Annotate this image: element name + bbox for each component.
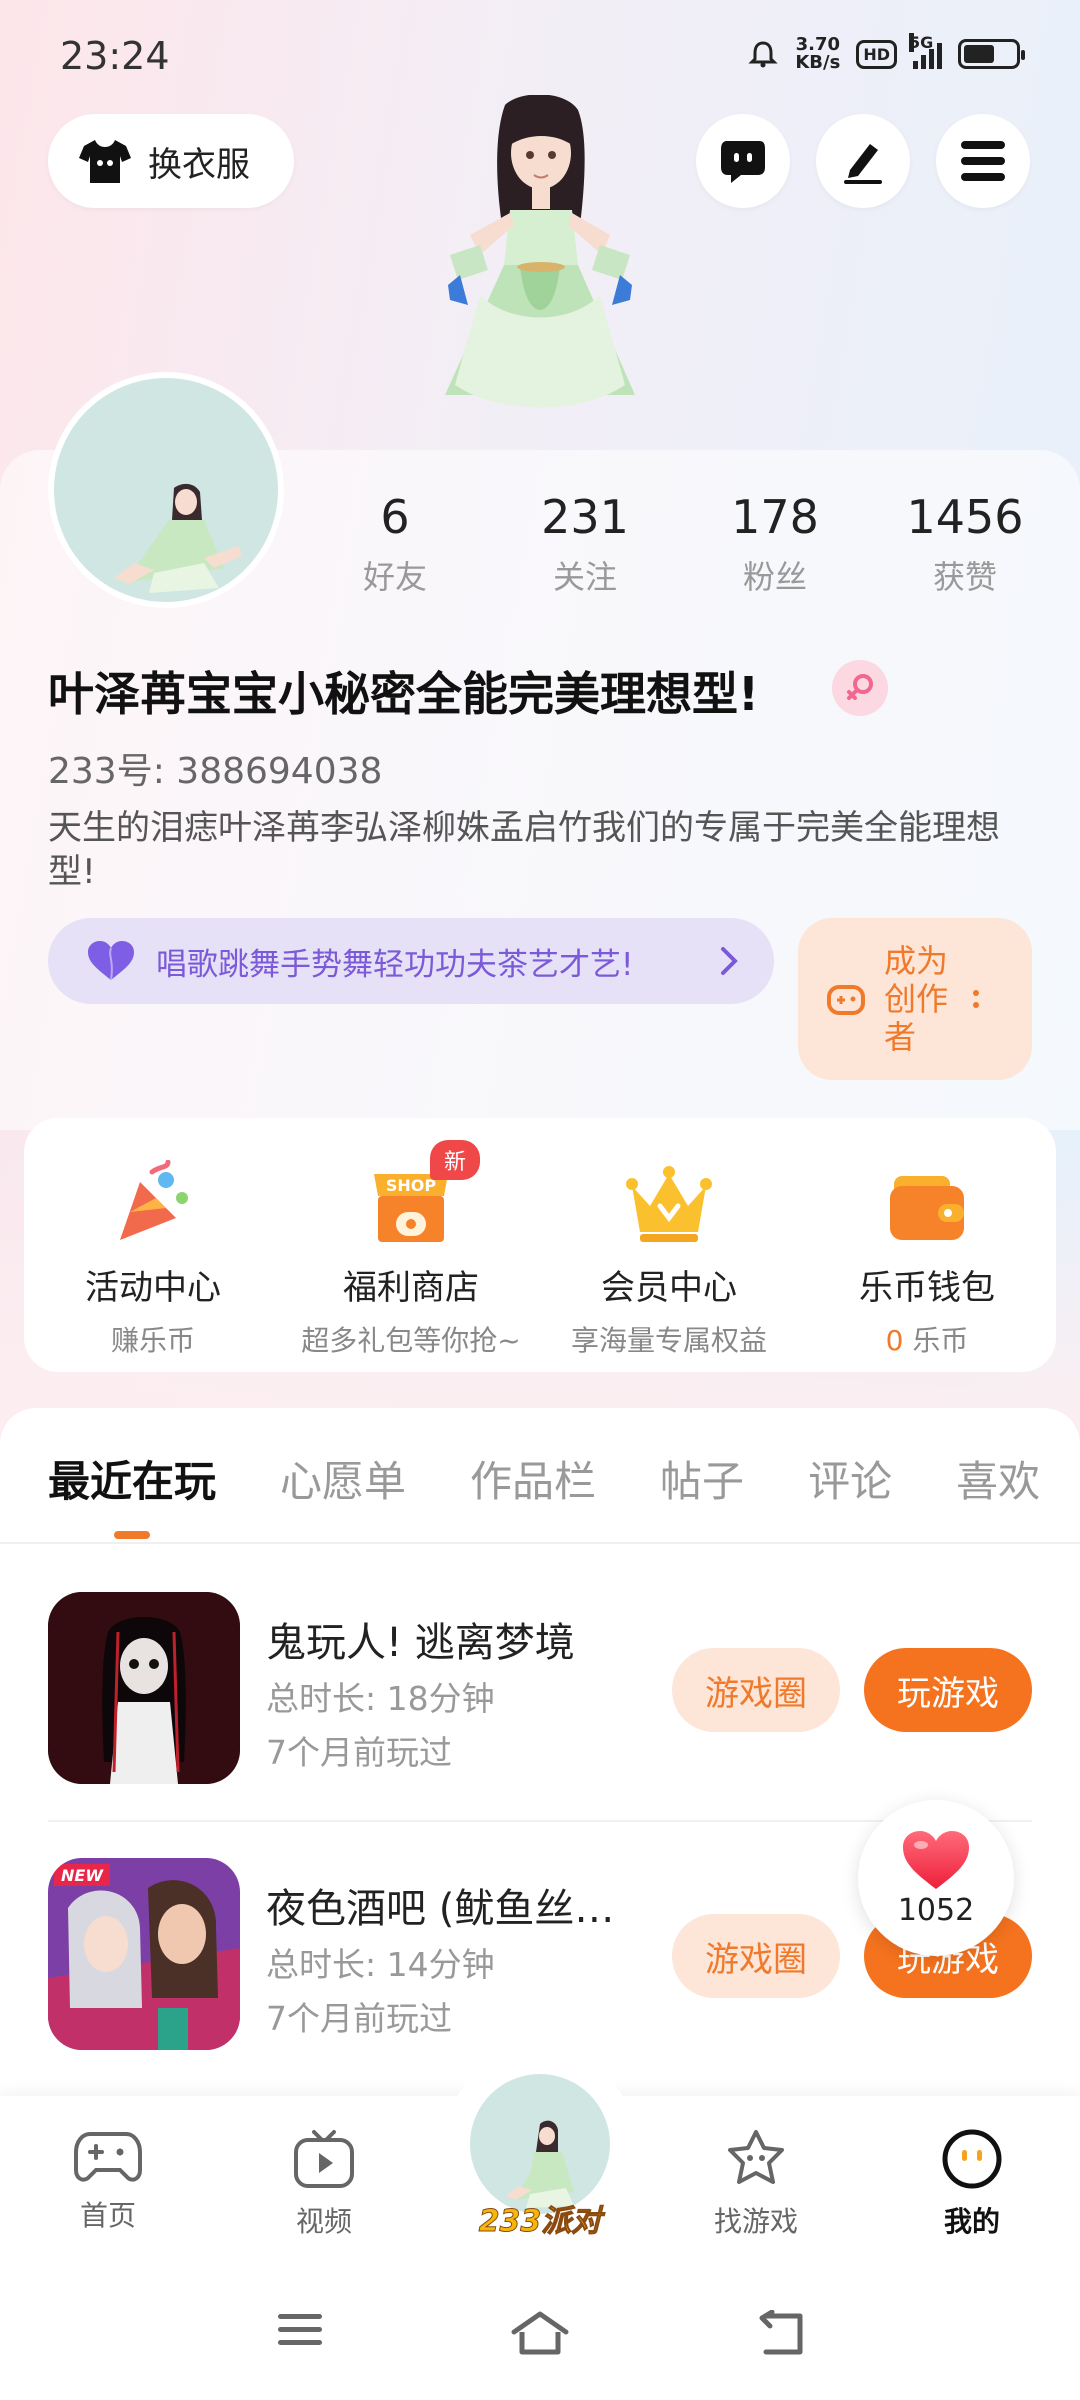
- tab-comments[interactable]: 评论: [808, 1448, 892, 1509]
- tab-posts[interactable]: 帖子: [660, 1448, 744, 1509]
- menu-button[interactable]: [936, 114, 1030, 208]
- tab-wishlist[interactable]: 心愿单: [280, 1448, 406, 1509]
- wallet-icon: [882, 1160, 972, 1250]
- profile-stats: 6 好友 231 关注 178 粉丝 1456 获赞: [300, 490, 1060, 598]
- edit-icon: [844, 144, 882, 184]
- recent-apps-icon[interactable]: [276, 2310, 324, 2350]
- status-icons: 3.70 KB/s HD 5G: [747, 33, 1025, 73]
- tabs-divider: [0, 1542, 1080, 1544]
- like-count: 1052: [897, 1892, 975, 1928]
- change-outfit-button[interactable]: 换衣服: [48, 114, 294, 208]
- chevron-right-icon: [721, 947, 738, 975]
- become-creator-label: 成为创作者: [884, 942, 949, 1056]
- crown-icon: [624, 1160, 714, 1250]
- star-icon: [728, 2130, 784, 2184]
- game-title: 鬼玩人! 逃离梦境: [266, 1620, 575, 1666]
- avatar-figure-icon: [114, 483, 242, 593]
- talent-tag-text: 唱歌跳舞手势舞轻功功夫茶艺才艺!: [156, 946, 634, 983]
- heart-icon: [88, 941, 134, 981]
- heart-icon: [903, 1830, 969, 1889]
- alarm-icon: [748, 41, 778, 68]
- stat-friends[interactable]: 6 好友: [300, 490, 490, 598]
- tshirt-icon: [79, 140, 131, 183]
- tab-works[interactable]: 作品栏: [470, 1448, 596, 1509]
- avatar-figure[interactable]: [410, 95, 670, 450]
- like-bubble[interactable]: 1052: [858, 1800, 1014, 1956]
- tab-recently-played[interactable]: 最近在玩: [48, 1448, 216, 1509]
- back-icon[interactable]: [756, 2310, 806, 2356]
- stat-followers[interactable]: 178 粉丝: [680, 490, 870, 598]
- party-avatar[interactable]: [470, 2074, 610, 2214]
- new-badge: 新: [430, 1140, 481, 1180]
- become-creator-button[interactable]: 成为创作者: [798, 918, 1032, 1080]
- female-gender-icon: [832, 660, 888, 716]
- tv-icon: [294, 2130, 354, 2188]
- game-row[interactable]: 鬼玩人! 逃离梦境 总时长: 18分钟 7个月前玩过 游戏圈 玩游戏: [48, 1592, 1032, 1784]
- chat-button[interactable]: [696, 114, 790, 208]
- chat-icon: [721, 141, 765, 183]
- menu-icon: [961, 141, 1005, 181]
- svg-text:NEW: NEW: [61, 1866, 104, 1885]
- signal-icon: 5G: [909, 33, 942, 69]
- play-game-button[interactable]: 玩游戏: [864, 1648, 1032, 1732]
- stat-following[interactable]: 231 关注: [490, 490, 680, 598]
- party-popper-icon: [108, 1160, 198, 1250]
- edit-button[interactable]: [816, 114, 910, 208]
- nickname: 叶泽苒宝宝小秘密全能完美理想型!: [48, 667, 759, 721]
- home-icon[interactable]: [510, 2310, 570, 2356]
- more-dots-icon: [973, 990, 979, 1008]
- game-duration: 总时长: 14分钟: [266, 1945, 495, 1984]
- talent-tag[interactable]: 唱歌跳舞手势舞轻功功夫茶艺才艺!: [48, 918, 774, 1004]
- bio: 天生的泪痣叶泽苒李弘泽柳姝孟启竹我们的专属于完美全能理想型!: [48, 808, 1000, 892]
- change-outfit-label: 换衣服: [148, 144, 250, 185]
- avatar[interactable]: [48, 372, 284, 608]
- nav-video[interactable]: 视频: [264, 2128, 384, 2240]
- net-speed: 3.70 KB/s: [795, 34, 841, 73]
- feature-grid: 活动中心 赚乐币 新 SHOP 福利商店 超多礼包等你抢~ 会员中心 享海量专属…: [24, 1118, 1056, 1372]
- gamepad-icon: [74, 2132, 142, 2182]
- creator-game-icon: [827, 985, 865, 1015]
- stat-likes[interactable]: 1456 获赞: [870, 490, 1060, 598]
- face-icon: [942, 2129, 1002, 2189]
- status-time: 23:24: [60, 34, 170, 78]
- game-thumbnail[interactable]: NEW: [48, 1858, 240, 2050]
- coin-balance: 0: [885, 1324, 904, 1357]
- game-circle-button[interactable]: 游戏圈: [672, 1914, 840, 1998]
- party-label[interactable]: 233派对: [470, 2196, 610, 2240]
- game-last-played: 7个月前玩过: [266, 1999, 452, 2038]
- coin-wallet[interactable]: 乐币钱包 0 乐币: [798, 1118, 1056, 1372]
- tab-likes[interactable]: 喜欢: [956, 1448, 1040, 1509]
- game-last-played: 7个月前玩过: [266, 1733, 452, 1772]
- game-thumbnail[interactable]: [48, 1592, 240, 1784]
- hd-badge: HD: [856, 39, 897, 69]
- game-duration: 总时长: 18分钟: [266, 1679, 495, 1718]
- nav-find-games[interactable]: 找游戏: [696, 2128, 816, 2240]
- game-circle-button[interactable]: 游戏圈: [672, 1648, 840, 1732]
- game-title: 夜色酒吧 (鱿鱼丝…: [266, 1886, 615, 1932]
- svg-text:SHOP: SHOP: [386, 1176, 437, 1195]
- battery-icon: [958, 39, 1025, 69]
- profile-tabs: 最近在玩 心愿单 作品栏 帖子 评论 喜欢: [48, 1448, 1040, 1509]
- activity-center[interactable]: 活动中心 赚乐币: [24, 1118, 282, 1372]
- welfare-shop[interactable]: 新 SHOP 福利商店 超多礼包等你抢~: [282, 1118, 540, 1372]
- nav-me[interactable]: 我的: [912, 2128, 1032, 2240]
- user-id[interactable]: 233号: 388694038: [48, 742, 382, 794]
- vip-center[interactable]: 会员中心 享海量专属权益: [540, 1118, 798, 1372]
- nav-home[interactable]: 首页: [48, 2128, 168, 2234]
